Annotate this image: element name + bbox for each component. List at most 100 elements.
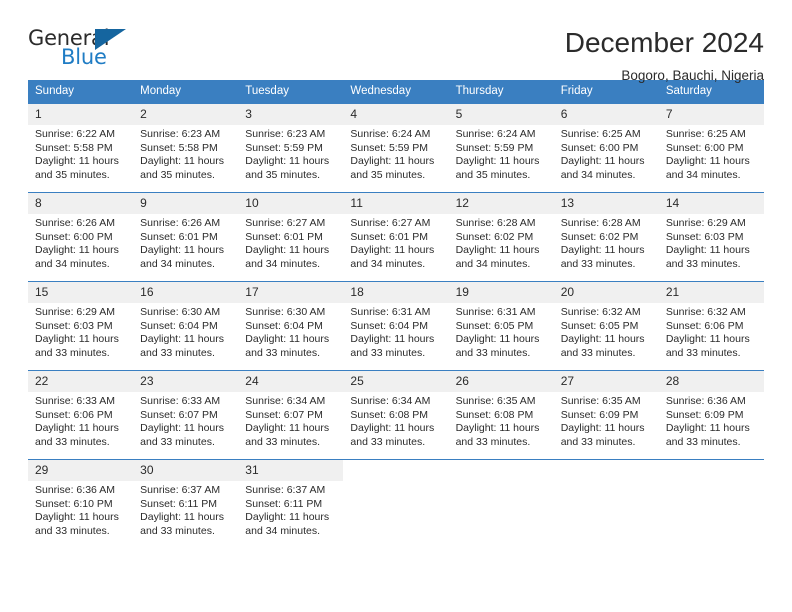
daylight-text-line2: and 34 minutes.	[455, 257, 531, 270]
day-cell[interactable]: 12 Sunrise: 6:28 AM Sunset: 6:02 PM Dayl…	[448, 193, 554, 281]
weekday-header-friday: Friday	[560, 85, 593, 97]
daylight-text-line1: Daylight: 11 hours	[560, 422, 645, 435]
day-info: Sunrise: 6:27 AM Sunset: 6:01 PM Dayligh…	[238, 214, 343, 271]
day-cell[interactable]: 13 Sunrise: 6:28 AM Sunset: 6:02 PM Dayl…	[553, 193, 659, 281]
daylight-text-line1: Daylight: 11 hours	[35, 511, 119, 524]
day-cell[interactable]: 24 Sunrise: 6:34 AM Sunset: 6:07 PM Dayl…	[238, 371, 344, 459]
day-cell[interactable]: 25 Sunrise: 6:34 AM Sunset: 6:08 PM Dayl…	[343, 371, 449, 459]
day-number: 17	[238, 282, 344, 303]
sunset-text: Sunset: 6:01 PM	[350, 230, 429, 243]
day-cell[interactable]: 21 Sunrise: 6:32 AM Sunset: 6:06 PM Dayl…	[658, 282, 764, 370]
day-cell[interactable]: 26 Sunrise: 6:35 AM Sunset: 6:08 PM Dayl…	[448, 371, 554, 459]
daylight-text-line2: and 33 minutes.	[665, 257, 741, 270]
day-cell-empty	[659, 460, 764, 548]
day-cell[interactable]: 9 Sunrise: 6:26 AM Sunset: 6:01 PM Dayli…	[133, 193, 239, 281]
daylight-text-line2: and 33 minutes.	[140, 435, 215, 448]
daylight-text-line2: and 33 minutes.	[665, 435, 741, 448]
day-cell[interactable]: 29 Sunrise: 6:36 AM Sunset: 6:10 PM Dayl…	[28, 460, 134, 548]
day-cell[interactable]: 10 Sunrise: 6:27 AM Sunset: 6:01 PM Dayl…	[238, 193, 344, 281]
sunrise-text: Sunrise: 6:22 AM	[35, 128, 115, 140]
day-number: 19	[448, 282, 554, 303]
sunrise-text: Sunrise: 6:34 AM	[350, 395, 431, 407]
day-number: 27	[553, 371, 659, 392]
day-number: 10	[238, 193, 344, 214]
sunrise-text: Sunrise: 6:29 AM	[35, 306, 115, 318]
day-cell[interactable]: 22 Sunrise: 6:33 AM Sunset: 6:06 PM Dayl…	[28, 371, 134, 459]
day-cell[interactable]: 1 Sunrise: 6:22 AM Sunset: 5:58 PM Dayli…	[28, 104, 134, 192]
day-cell[interactable]: 31 Sunrise: 6:37 AM Sunset: 6:11 PM Dayl…	[238, 460, 344, 548]
day-cell[interactable]: 5 Sunrise: 6:24 AM Sunset: 5:59 PM Dayli…	[448, 104, 554, 192]
day-info: Sunrise: 6:29 AM Sunset: 6:03 PM Dayligh…	[659, 214, 764, 271]
daylight-text-line1: Daylight: 11 hours	[35, 333, 119, 346]
daylight-text-line2: and 35 minutes.	[35, 168, 110, 181]
day-cell[interactable]: 27 Sunrise: 6:35 AM Sunset: 6:09 PM Dayl…	[553, 371, 659, 459]
day-number	[659, 460, 764, 481]
sunrise-text: Sunrise: 6:37 AM	[245, 484, 326, 496]
day-info: Sunrise: 6:31 AM Sunset: 6:05 PM Dayligh…	[449, 303, 554, 360]
daylight-text-line1: Daylight: 11 hours	[350, 333, 435, 346]
daylight-text-line1: Daylight: 11 hours	[140, 333, 224, 346]
daylight-text-line2: and 34 minutes.	[665, 168, 741, 181]
day-cell[interactable]: 11 Sunrise: 6:27 AM Sunset: 6:01 PM Dayl…	[343, 193, 449, 281]
day-cell[interactable]: 16 Sunrise: 6:30 AM Sunset: 6:04 PM Dayl…	[133, 282, 239, 370]
sunrise-text: Sunrise: 6:23 AM	[140, 128, 221, 140]
weekday-header-tuesday: Tuesday	[245, 85, 289, 97]
day-cell[interactable]: 30 Sunrise: 6:37 AM Sunset: 6:11 PM Dayl…	[133, 460, 239, 548]
daylight-text-line1: Daylight: 11 hours	[35, 422, 119, 435]
daylight-text-line1: Daylight: 11 hours	[350, 422, 435, 435]
day-cell[interactable]: 28 Sunrise: 6:36 AM Sunset: 6:09 PM Dayl…	[658, 371, 764, 459]
day-info: Sunrise: 6:35 AM Sunset: 6:09 PM Dayligh…	[554, 392, 659, 449]
sunrise-text: Sunrise: 6:32 AM	[560, 306, 641, 318]
day-cell[interactable]: 4 Sunrise: 6:24 AM Sunset: 5:59 PM Dayli…	[343, 104, 449, 192]
sunset-text: Sunset: 6:11 PM	[140, 497, 217, 510]
daylight-text-line1: Daylight: 11 hours	[245, 333, 330, 346]
sunset-text: Sunset: 6:02 PM	[455, 230, 534, 243]
daylight-text-line1: Daylight: 11 hours	[350, 244, 435, 257]
daylight-text-line2: and 33 minutes.	[350, 346, 426, 359]
day-number: 12	[448, 193, 554, 214]
sunrise-text: Sunrise: 6:37 AM	[140, 484, 221, 496]
daylight-text-line2: and 33 minutes.	[35, 435, 110, 448]
day-cell[interactable]: 18 Sunrise: 6:31 AM Sunset: 6:04 PM Dayl…	[343, 282, 449, 370]
sunset-text: Sunset: 6:01 PM	[140, 230, 218, 243]
daylight-text-line2: and 34 minutes.	[350, 257, 426, 270]
day-info: Sunrise: 6:24 AM Sunset: 5:59 PM Dayligh…	[449, 125, 554, 182]
day-cell[interactable]: 2 Sunrise: 6:23 AM Sunset: 5:58 PM Dayli…	[133, 104, 239, 192]
day-cell[interactable]: 20 Sunrise: 6:32 AM Sunset: 6:05 PM Dayl…	[553, 282, 659, 370]
daylight-text-line2: and 33 minutes.	[245, 435, 320, 448]
day-info: Sunrise: 6:34 AM Sunset: 6:07 PM Dayligh…	[238, 392, 343, 449]
title-block: December 2024 Bogoro, Bauchi, Nigeria	[565, 26, 764, 86]
daylight-text-line1: Daylight: 11 hours	[665, 422, 750, 435]
day-cell[interactable]: 14 Sunrise: 6:29 AM Sunset: 6:03 PM Dayl…	[658, 193, 764, 281]
sunset-text: Sunset: 6:08 PM	[455, 408, 534, 421]
day-cell[interactable]: 3 Sunrise: 6:23 AM Sunset: 5:59 PM Dayli…	[238, 104, 344, 192]
day-cell[interactable]: 19 Sunrise: 6:31 AM Sunset: 6:05 PM Dayl…	[448, 282, 554, 370]
daylight-text-line2: and 33 minutes.	[140, 524, 215, 537]
day-cell[interactable]: 17 Sunrise: 6:30 AM Sunset: 6:04 PM Dayl…	[238, 282, 344, 370]
daylight-text-line2: and 33 minutes.	[140, 346, 215, 359]
sunset-text: Sunset: 5:59 PM	[245, 141, 323, 154]
sunset-text: Sunset: 6:09 PM	[560, 408, 639, 421]
day-cell[interactable]: 6 Sunrise: 6:25 AM Sunset: 6:00 PM Dayli…	[553, 104, 659, 192]
day-info: Sunrise: 6:23 AM Sunset: 5:58 PM Dayligh…	[133, 125, 238, 182]
sunset-text: Sunset: 6:02 PM	[560, 230, 639, 243]
week-row: 15 Sunrise: 6:29 AM Sunset: 6:03 PM Dayl…	[28, 281, 764, 370]
day-info: Sunrise: 6:25 AM Sunset: 6:00 PM Dayligh…	[659, 125, 764, 182]
sunrise-text: Sunrise: 6:30 AM	[140, 306, 221, 318]
daylight-text-line1: Daylight: 11 hours	[560, 244, 645, 257]
day-cell[interactable]: 15 Sunrise: 6:29 AM Sunset: 6:03 PM Dayl…	[28, 282, 134, 370]
day-info: Sunrise: 6:36 AM Sunset: 6:10 PM Dayligh…	[28, 481, 133, 538]
daylight-text-line2: and 33 minutes.	[455, 435, 531, 448]
day-info: Sunrise: 6:32 AM Sunset: 6:05 PM Dayligh…	[554, 303, 659, 360]
day-number	[554, 460, 659, 481]
daylight-text-line2: and 33 minutes.	[245, 346, 320, 359]
sunset-text: Sunset: 6:08 PM	[350, 408, 429, 421]
day-cell[interactable]: 23 Sunrise: 6:33 AM Sunset: 6:07 PM Dayl…	[133, 371, 239, 459]
daylight-text-line1: Daylight: 11 hours	[350, 155, 435, 168]
sunset-text: Sunset: 6:00 PM	[35, 230, 113, 243]
sunrise-text: Sunrise: 6:26 AM	[35, 217, 115, 229]
day-cell[interactable]: 8 Sunrise: 6:26 AM Sunset: 6:00 PM Dayli…	[28, 193, 134, 281]
calendar-page: General Blue December 2024 Bogoro, Bauch…	[0, 0, 792, 612]
day-cell[interactable]: 7 Sunrise: 6:25 AM Sunset: 6:00 PM Dayli…	[658, 104, 764, 192]
sunrise-text: Sunrise: 6:26 AM	[140, 217, 221, 229]
